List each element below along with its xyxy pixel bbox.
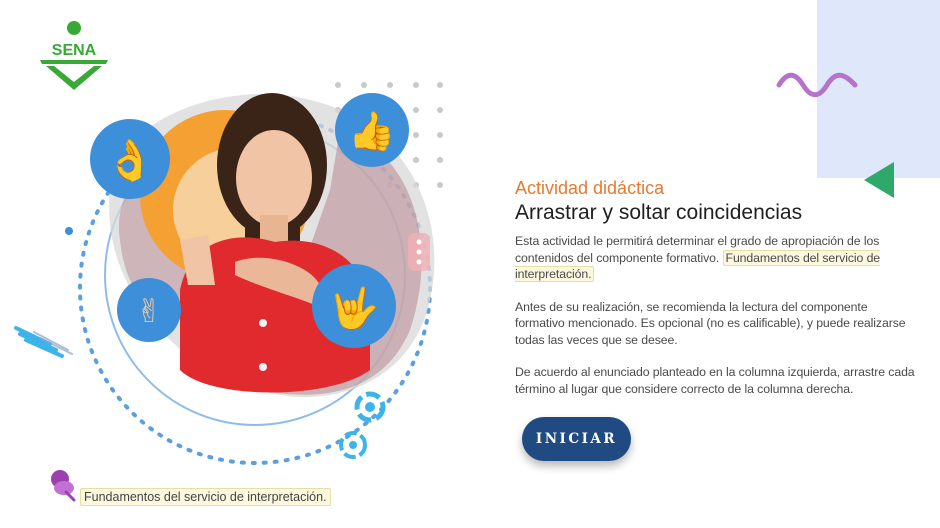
svg-text:👍: 👍 <box>348 109 395 153</box>
squiggle-decoration <box>776 72 858 98</box>
peace-hand-icon: ✌ <box>117 278 181 342</box>
logo-text: SENA <box>52 42 97 59</box>
activity-description: Actividad didáctica Arrastrar y soltar c… <box>515 178 915 413</box>
activity-title: Arrastrar y soltar coincidencias <box>515 201 803 224</box>
svg-text:🤟: 🤟 <box>329 285 379 334</box>
component-name-label: Fundamentos del servicio de interpretaci… <box>80 488 331 506</box>
thumbs-up-icon: 👍 <box>335 93 409 167</box>
svg-text:✌: ✌ <box>136 292 163 330</box>
hero-illustration: 👌 👍 ✌ 🤟 <box>14 82 443 465</box>
start-button[interactable]: INICIAR <box>522 417 631 461</box>
instructions-paragraph: De acuerdo al enunciado planteado en la … <box>515 365 915 396</box>
love-hand-icon: 🤟 <box>312 264 396 348</box>
recommendation-paragraph: Antes de su realización, se recomienda l… <box>515 299 906 347</box>
activity-eyebrow: Actividad didáctica <box>515 178 665 198</box>
intro-paragraph: Esta actividad le permitirá determinar e… <box>515 233 915 283</box>
svg-text:👌: 👌 <box>105 138 155 184</box>
push-pin-icon <box>51 470 76 502</box>
ok-hand-icon: 👌 <box>90 119 170 199</box>
